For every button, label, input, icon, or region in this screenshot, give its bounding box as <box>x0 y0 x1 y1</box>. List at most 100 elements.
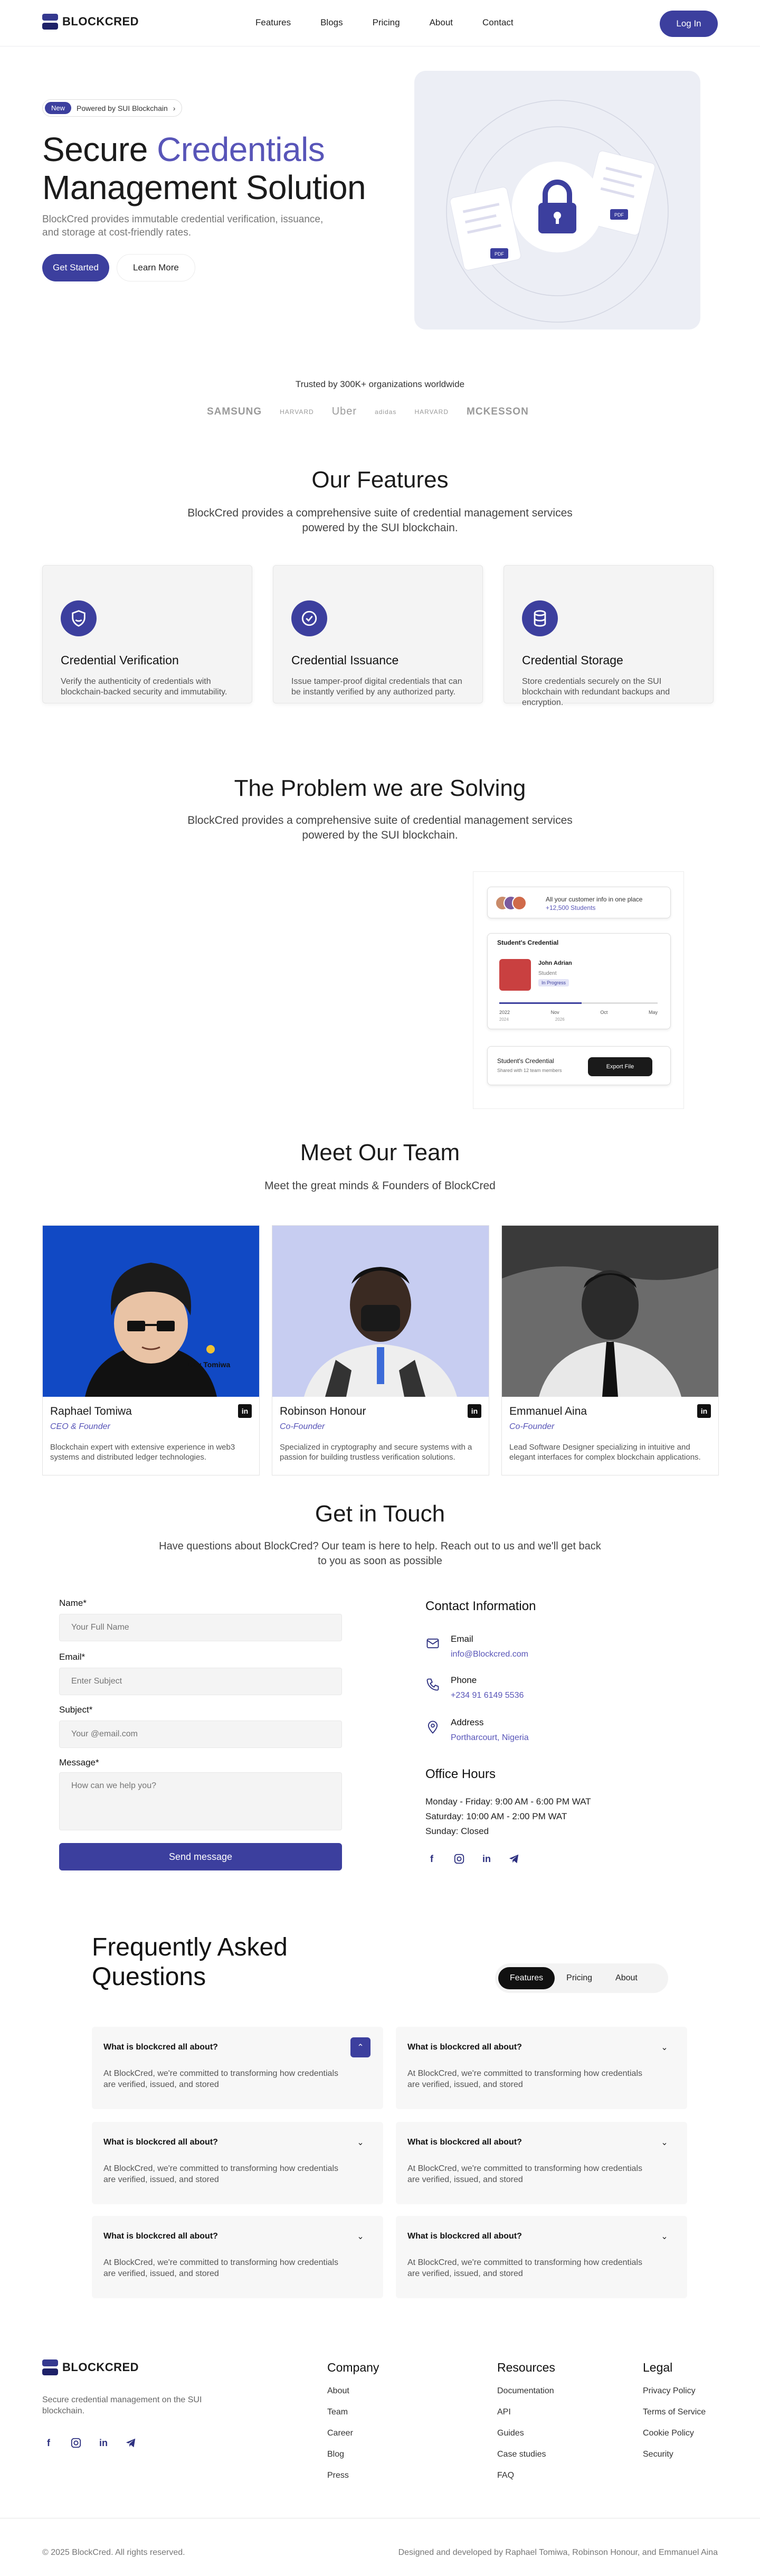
timeline-sublabel: 2026 <box>555 1017 565 1022</box>
faq-title: Frequently Asked Questions <box>92 1933 288 1992</box>
nav-link-blogs[interactable]: Blogs <box>320 17 343 28</box>
faq-answer: At BlockCred, we're committed to transfo… <box>407 2164 643 2184</box>
faq-question: What is blockcred all about? <box>407 2232 522 2241</box>
chevron-down-icon[interactable]: ⌄ <box>654 2226 674 2246</box>
faq-item[interactable]: What is blockcred all about? ⌄ At BlockCre… <box>92 2216 383 2298</box>
facebook-icon[interactable]: f <box>425 1853 438 1865</box>
telegram-icon[interactable] <box>125 2437 137 2449</box>
logo-uber: Uber <box>331 406 357 417</box>
name-input[interactable] <box>59 1614 342 1641</box>
footer-col-title: Company <box>327 2361 379 2374</box>
instagram-icon[interactable] <box>453 1853 466 1865</box>
chevron-down-icon[interactable]: ⌄ <box>654 2132 674 2152</box>
email-input[interactable] <box>59 1668 342 1695</box>
logo-icon <box>42 14 58 30</box>
faq-item[interactable]: What is blockcred all about? ⌄ At BlockCre… <box>92 2122 383 2204</box>
footer-logo[interactable]: BLOCKCRED <box>42 2359 139 2375</box>
hero-title: Secure Credentials Management Solution <box>42 130 412 206</box>
office-hours-list: Monday - Friday: 9:00 AM - 6:00 PM WAT S… <box>425 1794 591 1839</box>
instagram-icon[interactable] <box>70 2437 82 2449</box>
tab-about[interactable]: About <box>604 1967 649 1989</box>
student-name: John Adrian <box>538 960 572 966</box>
linkedin-icon[interactable]: in <box>468 1404 481 1418</box>
team-card-raphael: Dev Tomiwa Raphael Tomiwa in CEO & Found… <box>42 1225 260 1475</box>
logo-harvard-2: HARVARD <box>414 408 449 416</box>
send-message-button[interactable]: Send message <box>59 1843 342 1870</box>
footer-link[interactable]: About <box>327 2386 379 2396</box>
footer-company: Company About Team Career Blog Press <box>327 2361 379 2480</box>
top-nav: BLOCKCRED Features Blogs Pricing About C… <box>0 0 760 46</box>
facebook-icon[interactable]: f <box>42 2437 55 2449</box>
problem-title: The Problem we are Solving <box>234 775 526 801</box>
linkedin-icon[interactable]: in <box>97 2437 110 2449</box>
faq-tabs: Features Pricing About <box>495 1963 668 1993</box>
get-started-button[interactable]: Get Started <box>42 254 109 281</box>
brand-logo[interactable]: BLOCKCRED <box>42 14 139 30</box>
export-file-button[interactable]: Export File <box>588 1057 652 1076</box>
faq-item[interactable]: What is blockcred all about? ⌄ At BlockCre… <box>396 2216 687 2298</box>
member-role: Co-Founder <box>509 1422 555 1431</box>
footer-link[interactable]: Case studies <box>497 2450 555 2459</box>
nav-link-pricing[interactable]: Pricing <box>373 17 400 28</box>
logo-icon <box>42 2359 58 2375</box>
learn-more-button[interactable]: Learn More <box>116 254 195 281</box>
footer-link[interactable]: FAQ <box>497 2471 555 2480</box>
footer-link[interactable]: Guides <box>497 2429 555 2438</box>
telegram-icon[interactable] <box>508 1853 520 1865</box>
faq-item[interactable]: What is blockcred all about? ⌄ At BlockCre… <box>396 2027 687 2109</box>
footer-link[interactable]: Press <box>327 2471 379 2480</box>
address-label: Address <box>451 1717 484 1727</box>
footer-link[interactable]: Documentation <box>497 2386 555 2396</box>
map-pin-icon <box>428 1721 438 1734</box>
email-label: Email <box>451 1634 473 1644</box>
shared-card-sub: Shared with 12 team members <box>497 1068 562 1073</box>
feature-title: Credential Verification <box>61 653 179 667</box>
login-button[interactable]: Log In <box>660 11 718 37</box>
nav-link-about[interactable]: About <box>430 17 453 28</box>
chevron-down-icon[interactable]: ⌄ <box>350 2132 370 2152</box>
student-credential-card: Student's Credential John Adrian Student… <box>487 933 671 1029</box>
faq-item[interactable]: What is blockcred all about? ⌄ At BlockCre… <box>396 2122 687 2204</box>
subject-input[interactable] <box>59 1721 342 1748</box>
feature-title: Credential Issuance <box>291 653 399 667</box>
tab-pricing[interactable]: Pricing <box>555 1967 604 1989</box>
nav-link-contact[interactable]: Contact <box>482 17 514 28</box>
chevron-down-icon[interactable]: ⌄ <box>350 2226 370 2246</box>
tab-features[interactable]: Features <box>498 1967 555 1989</box>
member-role: Co-Founder <box>280 1422 325 1431</box>
features-subtitle: BlockCred provides a comprehensive suite… <box>187 507 573 534</box>
chevron-up-icon[interactable]: ⌃ <box>350 2037 370 2057</box>
nav-link-features[interactable]: Features <box>255 17 291 28</box>
contact-socials: f in <box>425 1853 520 1865</box>
footer-link[interactable]: Career <box>327 2429 379 2438</box>
feature-title: Credential Storage <box>522 653 623 667</box>
feature-desc: Issue tamper-proof digital credentials t… <box>291 677 462 697</box>
faq-item[interactable]: What is blockcred all about? ⌃ At BlockCre… <box>92 2027 383 2109</box>
subject-label: Subject* <box>59 1705 93 1715</box>
logo-samsung: SAMSUNG <box>207 406 262 417</box>
footer-link[interactable]: Team <box>327 2408 379 2417</box>
chevron-down-icon[interactable]: ⌄ <box>654 2037 674 2057</box>
nav-links: Features Blogs Pricing About Contact <box>255 17 543 28</box>
phone-value[interactable]: +234 91 6149 5536 <box>451 1691 524 1700</box>
footer-link[interactable]: API <box>497 2408 555 2417</box>
office-hours-title: Office Hours <box>425 1767 496 1781</box>
footer-link[interactable]: Security <box>643 2450 706 2459</box>
brand-name: BLOCKCRED <box>62 15 139 28</box>
message-textarea[interactable] <box>59 1772 342 1830</box>
footer-link[interactable]: Terms of Service <box>643 2408 706 2417</box>
footer-link[interactable]: Cookie Policy <box>643 2429 706 2438</box>
footer-link[interactable]: Blog <box>327 2450 379 2459</box>
footer-link[interactable]: Privacy Policy <box>643 2386 706 2396</box>
footer-resources: Resources Documentation API Guides Case … <box>497 2361 555 2480</box>
linkedin-icon[interactable]: in <box>697 1404 711 1418</box>
problem-subtitle: BlockCred provides a comprehensive suite… <box>187 814 573 841</box>
hero: New Powered by SUI Blockchain › Secure C… <box>42 99 412 281</box>
email-value[interactable]: info@Blockcred.com <box>451 1650 528 1659</box>
linkedin-icon[interactable]: in <box>480 1853 493 1865</box>
timeline-label: May <box>648 1010 658 1015</box>
customer-info-text: All your customer info in one place <box>546 896 643 903</box>
linkedin-icon[interactable]: in <box>238 1404 252 1418</box>
powered-by-pill[interactable]: New Powered by SUI Blockchain › <box>42 99 183 117</box>
feature-card-verification: Credential Verification Verify the authe… <box>42 565 252 703</box>
